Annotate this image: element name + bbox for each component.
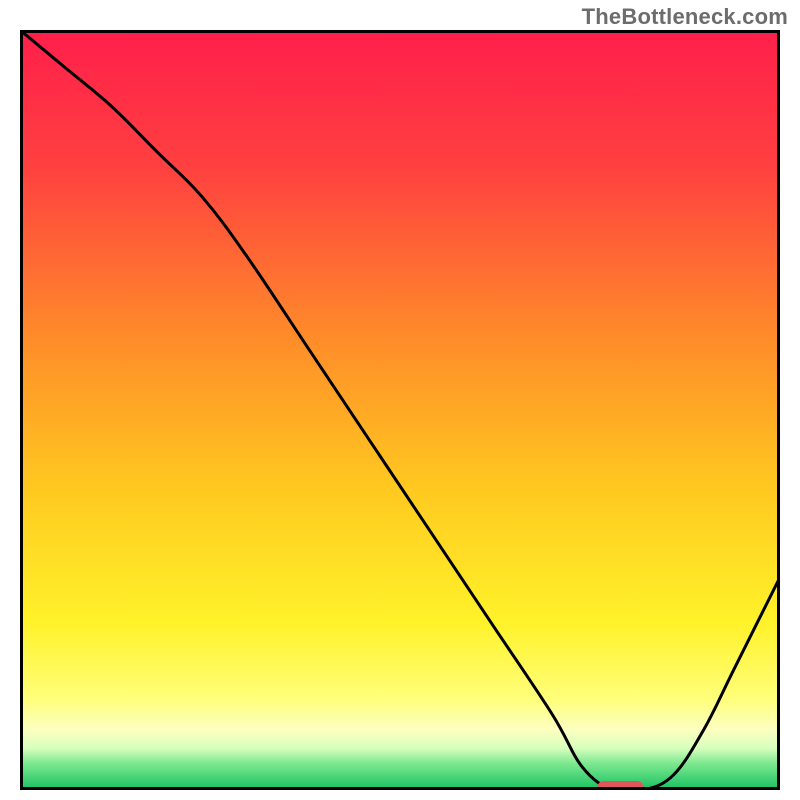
chart-background <box>20 30 780 790</box>
watermark-text: TheBottleneck.com <box>582 4 788 30</box>
chart-container: TheBottleneck.com <box>0 0 800 800</box>
chart-svg <box>20 30 780 790</box>
bottleneck-chart <box>20 30 780 790</box>
